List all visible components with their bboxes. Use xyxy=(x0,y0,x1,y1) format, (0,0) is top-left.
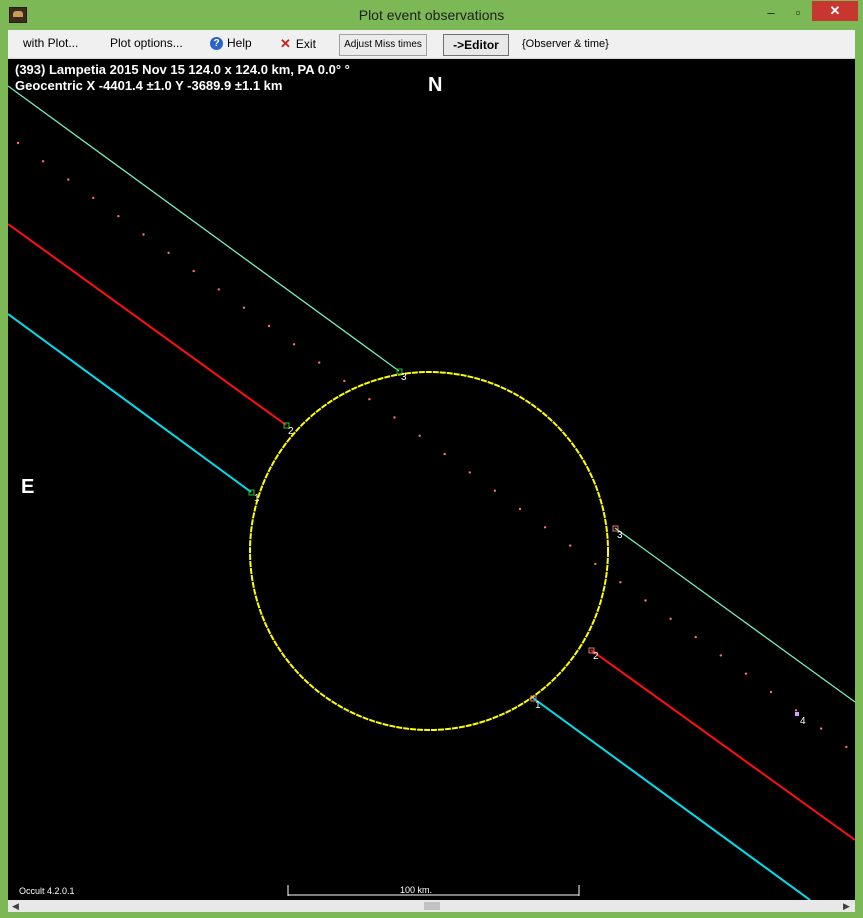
chord-3-out-label: 3 xyxy=(617,530,623,541)
adjust-miss-times-button[interactable]: Adjust Miss times xyxy=(339,34,427,56)
scale-label: 100 km. xyxy=(400,885,433,895)
plot-header-line-2: Geocentric X -4401.4 ±1.0 Y -3689.9 ±1.1… xyxy=(15,78,283,93)
chord-4-dot xyxy=(443,452,446,456)
north-label: N xyxy=(428,74,443,96)
chord-4-dot xyxy=(192,269,195,273)
chord-4-dot xyxy=(820,727,823,730)
help-icon: ? xyxy=(210,37,223,51)
menu-help[interactable]: ? Help xyxy=(210,36,252,51)
chord-1-out-label: 1 xyxy=(535,700,541,711)
plot-header-line-1: (393) Lampetia 2015 Nov 15 124.0 x 124.0… xyxy=(15,62,350,77)
chord-3-segment-in xyxy=(8,85,400,372)
maximize-button[interactable]: ▫ xyxy=(784,2,812,24)
chord-4-dot xyxy=(67,178,70,181)
chord-2-segment-out xyxy=(590,649,855,841)
plot-area[interactable]: (393) Lampetia 2015 Nov 15 124.0 x 124.0… xyxy=(8,59,855,900)
exit-icon: ✕ xyxy=(280,36,291,51)
chord-4-marker xyxy=(795,712,799,716)
chord-4-dot xyxy=(694,635,697,639)
menu-bar: with Plot... Plot options... ? Help ✕ Exit… xyxy=(8,30,855,59)
chord-4-dot xyxy=(318,361,321,364)
chord-4-dot xyxy=(167,251,170,254)
chord-4-dot xyxy=(619,581,622,584)
asteroid-outline xyxy=(249,371,609,731)
chord-2-in-label: 2 xyxy=(288,426,294,437)
chord-4-dot xyxy=(393,416,396,419)
horizontal-scrollbar[interactable]: ◀ ▶ xyxy=(8,900,855,912)
chord-4-dots xyxy=(16,141,848,749)
chord-4-dot xyxy=(669,617,672,620)
chord-4-dot xyxy=(845,745,848,749)
chord-4-dot xyxy=(343,379,346,383)
scroll-left-icon[interactable]: ◀ xyxy=(12,900,19,912)
menu-exit-label: Exit xyxy=(295,37,316,51)
chord-4-dot xyxy=(142,233,145,236)
chord-4-dot xyxy=(468,471,471,474)
chord-4-dot xyxy=(217,288,220,291)
chord-2-out-label: 2 xyxy=(593,651,599,662)
scroll-thumb[interactable] xyxy=(424,902,440,910)
chord-1-segment-out xyxy=(532,697,811,900)
window-title: Plot event observations xyxy=(358,7,505,23)
chord-4-dot xyxy=(368,398,371,401)
chord-4-dot xyxy=(543,526,547,529)
chord-3-in-label: 3 xyxy=(401,372,407,383)
menu-plot-options[interactable]: Plot options... xyxy=(110,36,183,50)
observer-time-item[interactable]: {Observer & time} xyxy=(522,38,609,50)
scroll-right-icon[interactable]: ▶ xyxy=(843,900,850,912)
menu-with-plot[interactable]: with Plot... xyxy=(23,36,78,50)
chord-4-dot xyxy=(769,690,773,694)
chord-4-dot xyxy=(117,215,120,218)
menu-help-label: Help xyxy=(227,36,252,50)
chord-4-dot xyxy=(267,324,271,328)
chord-1-in-label: 1 xyxy=(254,493,260,504)
version-label: Occult 4.2.0.1 xyxy=(19,886,75,896)
chord-4-dot xyxy=(569,544,572,547)
menu-exit[interactable]: ✕ Exit xyxy=(280,36,316,52)
chord-4-dot xyxy=(292,343,296,346)
title-bar[interactable]: Plot event observations ‒ ▫ ✕ xyxy=(0,0,863,30)
chord-4-dot xyxy=(518,507,522,511)
chord-4-dot xyxy=(719,654,722,657)
chord-4-dot xyxy=(16,141,20,145)
chord-2-segment-in xyxy=(8,223,287,426)
chord-4-dot xyxy=(644,599,647,602)
main-window: Plot event observations ‒ ▫ ✕ with Plot.… xyxy=(0,0,863,918)
chord-1-segment-in xyxy=(8,313,252,493)
chord-3-segment-out xyxy=(614,527,855,703)
minimize-button[interactable]: ‒ xyxy=(757,2,785,24)
plot-canvas xyxy=(8,85,855,900)
chord-4-dot xyxy=(92,196,95,200)
chord-4-dot xyxy=(794,709,798,712)
chord-4-dot xyxy=(493,489,497,492)
chord-4-dot xyxy=(594,562,597,566)
chord-4-dot xyxy=(242,306,246,309)
chord-4-dot xyxy=(744,672,748,675)
chord-4-dot xyxy=(41,160,45,163)
editor-button[interactable]: ->Editor xyxy=(443,34,509,56)
chord-4-label: 4 xyxy=(800,716,806,727)
east-label: E xyxy=(21,476,35,498)
close-button[interactable]: ✕ xyxy=(812,1,858,21)
chord-4-dot xyxy=(418,434,421,437)
